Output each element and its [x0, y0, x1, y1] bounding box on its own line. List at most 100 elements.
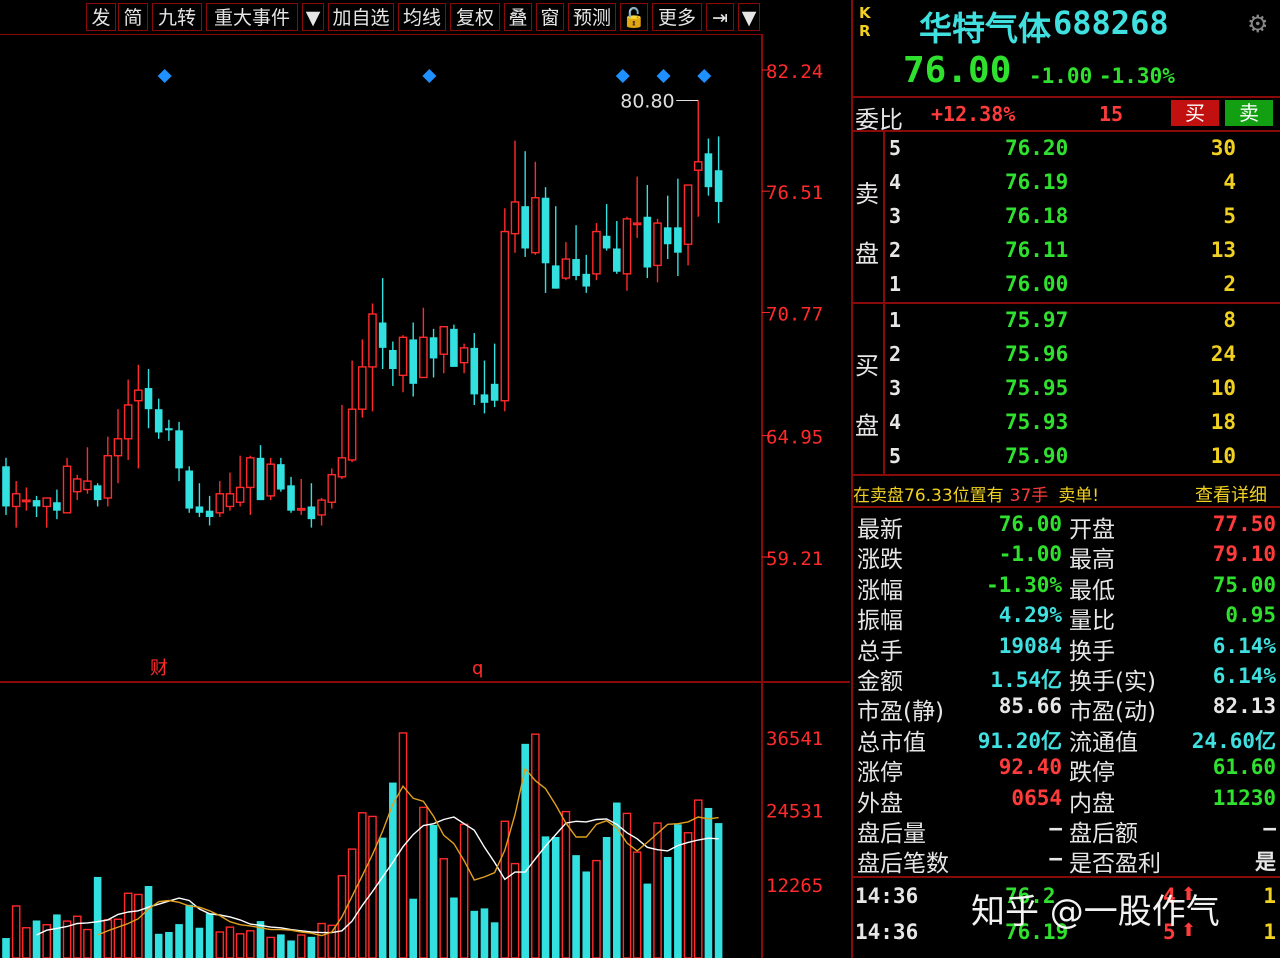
stat-label: 盘后笔数 [857, 851, 949, 878]
toolbar-button-5[interactable]: 加自选 [328, 3, 394, 31]
toolbar-button-13[interactable]: ⇥ [706, 3, 734, 31]
kline-chart: 82.24 76.51 70.77 64.95 59.21 36541 24531 12265… [0, 34, 850, 958]
stat-label: 最高 [1069, 547, 1115, 574]
stat-value: 是 [1255, 850, 1276, 875]
stat-label: 内盘 [1069, 790, 1115, 817]
stat-value: 61.60 [1212, 755, 1276, 780]
candle [277, 457, 285, 492]
volume-bar [347, 848, 357, 958]
candle [602, 204, 611, 251]
candle [592, 223, 601, 281]
candle [2, 457, 10, 515]
watermark: 知乎 @一股作气 [971, 892, 1220, 932]
event-marker-icon[interactable] [615, 69, 630, 83]
candle [256, 445, 265, 501]
stat-label: 金额 [857, 669, 903, 695]
stat-value: 19084 [998, 633, 1062, 658]
stat-label: 换手(实) [1069, 669, 1156, 695]
volume-bar [296, 934, 306, 958]
candle [62, 457, 72, 514]
candle [450, 324, 458, 367]
volume-bar [317, 922, 326, 958]
candle [459, 343, 469, 374]
view-detail-link[interactable]: 查看详细 [1195, 481, 1267, 507]
toolbar-button-14[interactable]: ▼ [738, 3, 760, 31]
volume-bar [531, 733, 540, 958]
volume-tick-label: 12265 [766, 875, 823, 897]
quote-panel: KR 华特气体 688268 ⚙ 76.00 -1.00 -1.30% 委比 +… [851, 0, 1280, 958]
volume-bar [643, 883, 652, 958]
max-price-label: 80.80 [620, 90, 674, 112]
toolbar-button-3[interactable]: 重大事件 [206, 3, 298, 31]
event-marker-icon[interactable] [157, 69, 172, 83]
q-marker[interactable]: q [472, 658, 483, 679]
candle [93, 483, 102, 507]
toolbar-button-12[interactable]: 更多 [652, 3, 702, 31]
candle [134, 364, 143, 469]
volume-bar [561, 810, 571, 958]
candle [246, 455, 255, 515]
bids-price: 75.96 [1005, 342, 1069, 366]
sell-button[interactable]: 卖 [1225, 100, 1273, 126]
volume-bar [53, 914, 61, 958]
buy-button[interactable]: 买 [1171, 100, 1219, 126]
order-notice: 在卖盘76.33位置有 37手 卖单! [853, 481, 1099, 506]
stat-label: 流通值 [1069, 729, 1138, 756]
candle [11, 481, 21, 528]
stat-label: 换手 [1069, 638, 1115, 665]
candle [693, 100, 703, 217]
toolbar-button-8[interactable]: 叠 [504, 3, 532, 31]
event-marker-icon[interactable] [656, 69, 671, 83]
volume-bar [470, 910, 479, 958]
toolbar-button-1[interactable]: 简 [118, 3, 148, 31]
bids-volume: 24 [1210, 342, 1236, 366]
stat-value: -1.00 [998, 542, 1062, 567]
finance-marker[interactable]: 财 [150, 658, 168, 679]
toolbar-button-10[interactable]: 预测 [568, 3, 616, 31]
stat-label: 总市值 [857, 729, 926, 756]
volume-bar [123, 892, 133, 958]
price-change-pct: -1.30% [1099, 64, 1175, 88]
toolbar-button-9[interactable]: 窗 [536, 3, 564, 31]
volume-bar [287, 940, 295, 958]
candle [123, 379, 133, 460]
stat-value: — [1049, 816, 1062, 840]
bids-price: 75.95 [1005, 376, 1069, 400]
price-tick-label: 59.21 [766, 548, 823, 570]
volume-bar [490, 922, 499, 958]
volume-bar [693, 799, 703, 958]
toolbar-button-7[interactable]: 复权 [450, 3, 500, 31]
volume-bar [358, 812, 367, 958]
volume-tick-label: 24531 [766, 801, 823, 823]
stat-value: 6.14% [1212, 664, 1276, 688]
candle [389, 341, 397, 386]
candle [653, 218, 662, 283]
stat-value: — [1263, 816, 1276, 840]
stat-label: 外盘 [857, 790, 903, 817]
volume-bar [185, 904, 194, 958]
asks-volume: 2 [1223, 272, 1236, 296]
asks-price: 76.00 [1005, 272, 1069, 296]
gear-icon[interactable]: ⚙ [1247, 10, 1269, 38]
event-marker-icon[interactable] [697, 69, 712, 83]
toolbar-button-0[interactable]: 发 [86, 3, 116, 31]
volume-bar [398, 732, 408, 958]
event-marker-icon[interactable] [422, 69, 437, 83]
price-tick-label: 76.51 [766, 182, 823, 204]
candle [510, 140, 520, 253]
kr-badge: KR [859, 4, 871, 40]
volume-bar [592, 859, 601, 958]
candle [551, 206, 560, 289]
candle [439, 326, 449, 374]
candle [175, 421, 183, 482]
candle [337, 404, 347, 479]
toolbar-button-6[interactable]: 均线 [398, 3, 446, 31]
toolbar-button-11[interactable]: 🔓 [620, 3, 648, 31]
toolbar-button-2[interactable]: 九转 [152, 3, 202, 31]
candle [347, 360, 357, 463]
volume-bar [602, 837, 611, 958]
notice-text: 在卖盘76.33位置有 [853, 486, 1004, 506]
toolbar-button-4[interactable]: ▼ [302, 3, 324, 31]
volume-bar [429, 824, 438, 958]
bids-price: 75.90 [1005, 444, 1069, 468]
